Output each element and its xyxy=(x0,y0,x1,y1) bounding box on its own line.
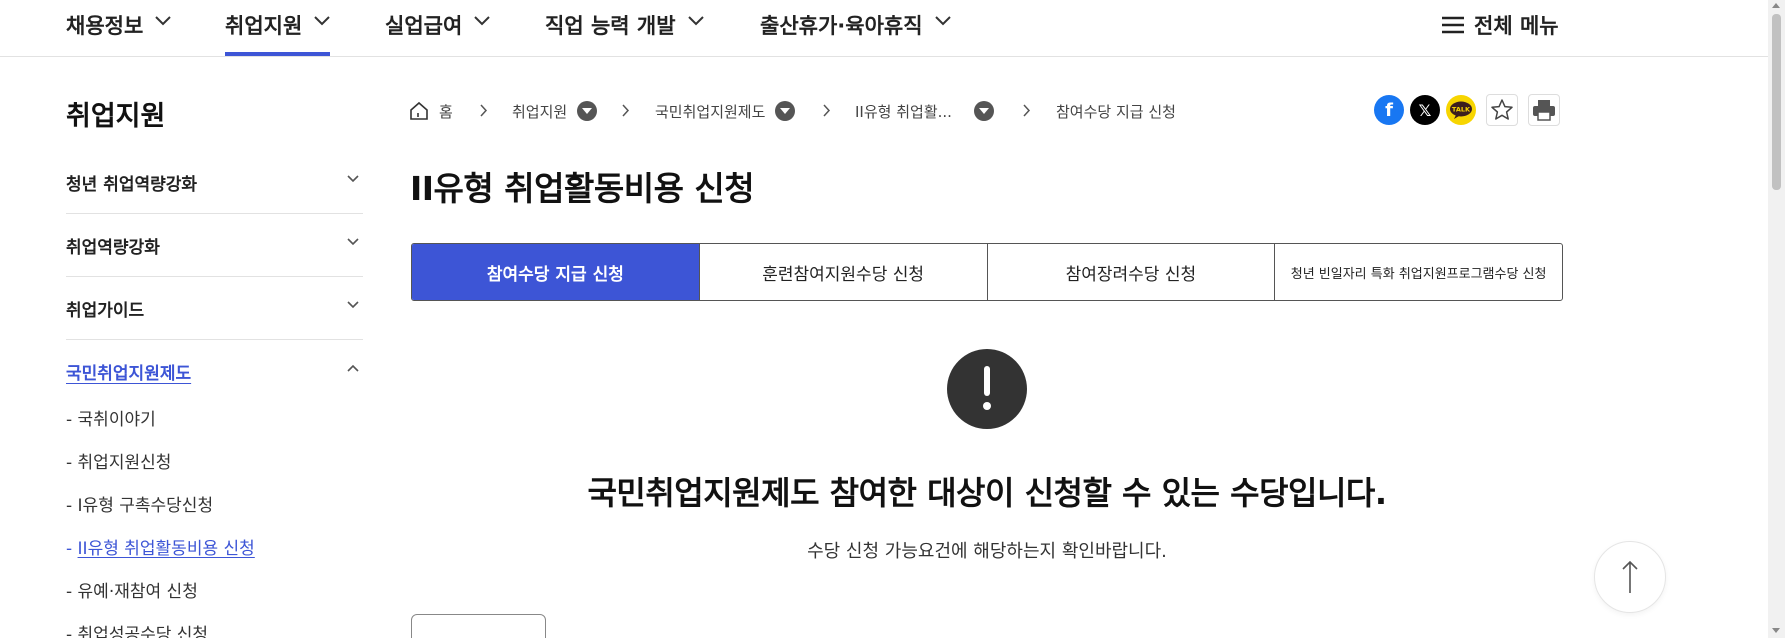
nav-item-label: 채용정보 xyxy=(66,14,144,38)
scroll-down-arrow-icon[interactable] xyxy=(1772,628,1780,633)
sidebar-sub-item[interactable]: - 취업성공수당 신청 xyxy=(66,620,208,638)
chevron-down-icon xyxy=(934,16,951,26)
alert-subtext: 수당 신청 가능요건에 해당하는지 확인바랍니다. xyxy=(807,541,1167,562)
x-icon: 𝕏 xyxy=(1418,100,1432,120)
scrollbar-thumb[interactable] xyxy=(1772,14,1781,190)
chevron-right-icon xyxy=(1023,104,1031,117)
chevron-down-icon xyxy=(474,16,490,26)
facebook-icon: f xyxy=(1385,99,1393,121)
kakaotalk-icon: TALK xyxy=(1450,101,1472,119)
chevron-down-icon xyxy=(347,175,359,183)
nav-item-label: 직업 능력 개발 xyxy=(545,14,676,38)
scroll-up-arrow-icon[interactable] xyxy=(1772,3,1780,8)
scroll-to-top-button[interactable] xyxy=(1594,541,1666,613)
tab-participation-allowance[interactable]: 참여수당 지급 신청 xyxy=(412,244,699,300)
chevron-down-icon xyxy=(155,16,171,26)
tab-youth-program-allowance[interactable]: 청년 빈일자리 특화 취업지원프로그램수당 신청 xyxy=(1274,244,1562,300)
breadcrumb-item-label: 참여수당 지급 신청 xyxy=(1056,102,1176,121)
vertical-scrollbar[interactable] xyxy=(1768,0,1785,638)
nav-item-unemployment-benefits[interactable]: 실업급여 xyxy=(385,10,490,56)
chevron-down-icon xyxy=(347,301,359,309)
breadcrumb-item-label: 국민취업지원제도 xyxy=(655,102,766,121)
kakaotalk-share-button[interactable]: TALK xyxy=(1446,95,1476,125)
exclamation-icon xyxy=(947,349,1027,429)
nav-item-label: 실업급여 xyxy=(385,14,463,38)
sidebar-group-label: 국민취업지원제도 xyxy=(66,364,192,384)
breadcrumb-current: 참여수당 지급 신청 xyxy=(1056,99,1176,123)
sidebar-group-capacity[interactable]: 취업역량강화 xyxy=(66,214,363,277)
nav-item-jobs[interactable]: 채용정보 xyxy=(66,10,171,56)
breadcrumb-item-label: 취업지원 xyxy=(512,102,568,121)
alert-message: 국민취업지원제도 참여한 대상이 신청할 수 있는 수당입니다. xyxy=(587,474,1387,512)
x-share-button[interactable]: 𝕏 xyxy=(1410,95,1440,125)
chevron-right-icon xyxy=(622,104,630,117)
sidebar-group-label: 취업역량강화 xyxy=(66,238,160,258)
svg-text:TALK: TALK xyxy=(1452,106,1471,114)
top-navigation: 채용정보 취업지원 실업급여 직업 능력 개발 출산휴가·육아휴직 전체 메뉴 xyxy=(0,0,1768,57)
nav-item-parental-leave[interactable]: 출산휴가·육아휴직 xyxy=(760,10,951,56)
sidebar-title: 취업지원 xyxy=(66,101,166,132)
print-button[interactable] xyxy=(1528,94,1560,126)
sidebar-sub-item[interactable]: - 국취이야기 xyxy=(66,405,156,430)
breadcrumb-item-label: II유형 취업활... xyxy=(855,102,952,121)
dropdown-icon[interactable] xyxy=(973,101,994,121)
breadcrumb-item[interactable]: 취업지원 xyxy=(512,99,598,123)
tab-incentive-allowance[interactable]: 참여장려수당 신청 xyxy=(986,244,1275,300)
sidebar-sub-item[interactable]: - 유예·재참여 신청 xyxy=(66,577,198,602)
all-menu-label: 전체 메뉴 xyxy=(1474,14,1559,38)
nav-item-label: 취업지원 xyxy=(225,14,303,38)
breadcrumb-item[interactable]: 국민취업지원제도 xyxy=(655,99,796,123)
breadcrumb-item[interactable]: II유형 취업활... xyxy=(855,99,994,123)
all-menu-button[interactable]: 전체 메뉴 xyxy=(1442,10,1559,40)
dropdown-icon[interactable] xyxy=(775,101,796,121)
sidebar-group-national-employment[interactable]: 국민취업지원제도 xyxy=(66,340,363,403)
chevron-right-icon xyxy=(480,104,488,117)
sidebar-group-guide[interactable]: 취업가이드 xyxy=(66,277,363,340)
favorite-button[interactable] xyxy=(1486,94,1518,126)
page-title: II유형 취업활동비용 신청 xyxy=(410,169,755,208)
chevron-down-icon xyxy=(347,238,359,246)
dropdown-icon[interactable] xyxy=(577,101,598,121)
star-icon xyxy=(1491,99,1513,120)
nav-item-vocational-training[interactable]: 직업 능력 개발 xyxy=(545,10,704,56)
hamburger-icon xyxy=(1442,16,1464,34)
breadcrumb-home-label: 홈 xyxy=(439,102,453,121)
home-icon xyxy=(410,101,428,120)
sidebar-group-label: 청년 취업역량강화 xyxy=(66,175,198,195)
facebook-share-button[interactable]: f xyxy=(1374,95,1404,125)
chevron-right-icon xyxy=(823,104,831,117)
printer-icon xyxy=(1533,100,1555,121)
tab-training-allowance[interactable]: 훈련참여지원수당 신청 xyxy=(698,244,987,300)
chevron-up-icon xyxy=(347,364,359,372)
sidebar-group-youth-capacity[interactable]: 청년 취업역량강화 xyxy=(66,151,363,214)
nav-item-employment-support[interactable]: 취업지원 xyxy=(225,10,331,56)
tab-bar: 참여수당 지급 신청 훈련참여지원수당 신청 참여장려수당 신청 청년 빈일자리… xyxy=(411,243,1563,301)
chevron-down-icon xyxy=(314,16,330,26)
partial-button[interactable] xyxy=(411,614,546,638)
breadcrumb-home[interactable]: 홈 xyxy=(409,99,453,123)
sidebar-group-label: 취업가이드 xyxy=(66,301,145,321)
chevron-down-icon xyxy=(687,16,704,26)
nav-item-label: 출산휴가·육아휴직 xyxy=(760,14,923,38)
arrow-up-icon xyxy=(1622,560,1638,593)
